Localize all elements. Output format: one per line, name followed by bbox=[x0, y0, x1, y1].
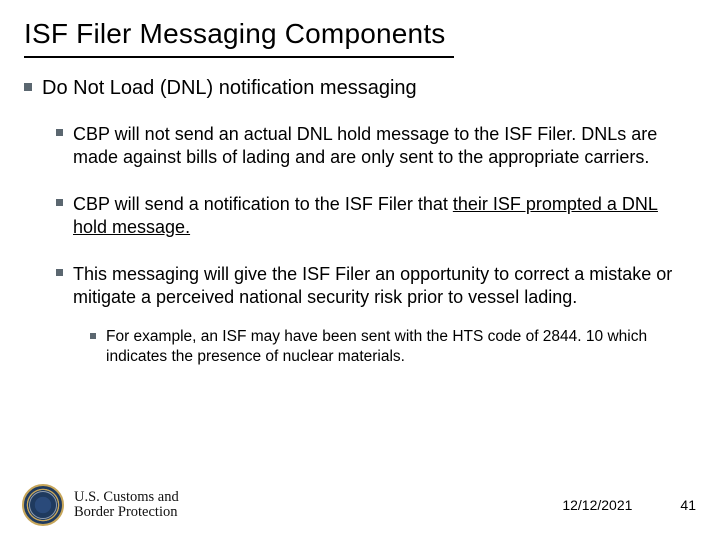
footer-meta: 12/12/2021 41 bbox=[562, 497, 696, 513]
list-item: For example, an ISF may have been sent w… bbox=[90, 327, 696, 367]
bullet-level-1: Do Not Load (DNL) notification messaging bbox=[24, 76, 696, 101]
square-bullet-icon bbox=[24, 83, 32, 91]
square-bullet-icon bbox=[56, 269, 63, 276]
bullet-text: CBP will not send an actual DNL hold mes… bbox=[73, 123, 696, 169]
slide-content: Do Not Load (DNL) notification messaging… bbox=[24, 76, 696, 367]
text-fragment: CBP will send a notification to the ISF … bbox=[73, 194, 453, 214]
bullet-level-3: For example, an ISF may have been sent w… bbox=[90, 327, 696, 367]
square-bullet-icon bbox=[56, 129, 63, 136]
agency-name-line: U.S. Customs and bbox=[74, 490, 179, 505]
agency-name-line: Border Protection bbox=[74, 505, 179, 520]
slide: ISF Filer Messaging Components Do Not Lo… bbox=[0, 0, 720, 540]
page-number: 41 bbox=[680, 497, 696, 513]
list-item: Do Not Load (DNL) notification messaging bbox=[24, 76, 696, 101]
agency-logo-block: U.S. Customs and Border Protection bbox=[22, 484, 179, 526]
square-bullet-icon bbox=[56, 199, 63, 206]
cbp-seal-icon bbox=[22, 484, 64, 526]
agency-name: U.S. Customs and Border Protection bbox=[74, 490, 179, 520]
bullet-text: CBP will send a notification to the ISF … bbox=[73, 193, 696, 239]
list-item: CBP will send a notification to the ISF … bbox=[56, 193, 696, 239]
bullet-text: Do Not Load (DNL) notification messaging bbox=[42, 76, 417, 101]
bullet-level-2: CBP will not send an actual DNL hold mes… bbox=[56, 123, 696, 309]
footer-date: 12/12/2021 bbox=[562, 497, 632, 513]
slide-title: ISF Filer Messaging Components bbox=[24, 18, 454, 58]
slide-footer: U.S. Customs and Border Protection 12/12… bbox=[22, 484, 696, 526]
list-item: CBP will not send an actual DNL hold mes… bbox=[56, 123, 696, 169]
square-bullet-icon bbox=[90, 333, 96, 339]
list-item: This messaging will give the ISF Filer a… bbox=[56, 263, 696, 309]
bullet-text: For example, an ISF may have been sent w… bbox=[106, 327, 696, 367]
bullet-text: This messaging will give the ISF Filer a… bbox=[73, 263, 696, 309]
